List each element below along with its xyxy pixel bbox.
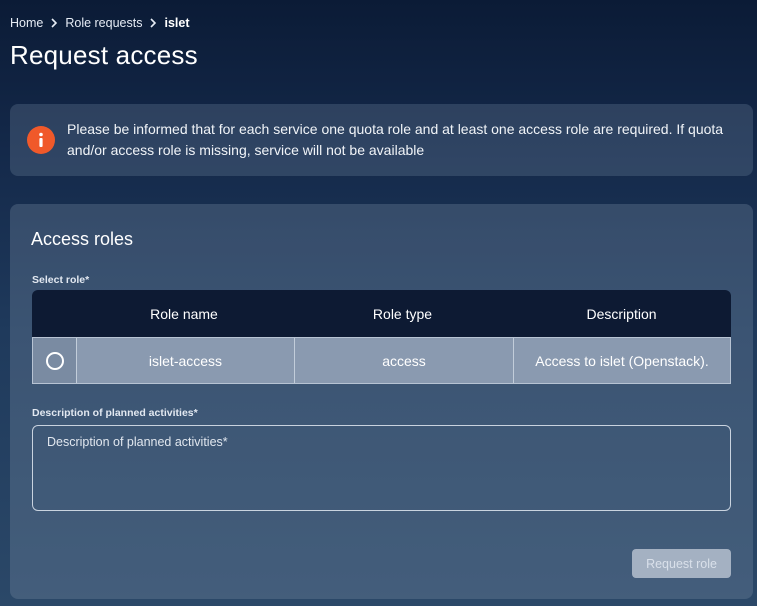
description-label: Description of planned activities* bbox=[32, 407, 198, 419]
column-header-description: Description bbox=[586, 305, 657, 322]
cell-role-type: access bbox=[294, 338, 513, 383]
table-header: Role name Role type Description bbox=[32, 290, 731, 337]
access-roles-title: Access roles bbox=[31, 229, 134, 249]
cell-role-name: islet-access bbox=[76, 338, 294, 383]
breadcrumb-current: islet bbox=[164, 16, 190, 30]
role-radio-button[interactable] bbox=[45, 351, 64, 370]
access-roles-card bbox=[10, 204, 753, 599]
breadcrumb-home[interactable]: Home bbox=[10, 16, 43, 30]
chevron-right-icon bbox=[145, 14, 161, 32]
info-icon bbox=[27, 126, 55, 154]
description-input[interactable] bbox=[32, 425, 731, 511]
breadcrumb: Home Role requests islet bbox=[10, 14, 189, 32]
page-title: Request access bbox=[10, 40, 198, 70]
cell-description: Access to islet (Openstack). bbox=[513, 338, 730, 383]
select-role-label: Select role* bbox=[32, 274, 90, 286]
table-row[interactable]: islet-access access Access to islet (Ope… bbox=[32, 337, 731, 384]
info-message: Please be informed that for each service… bbox=[67, 121, 724, 158]
request-role-button[interactable]: Request role bbox=[632, 549, 731, 578]
chevron-right-icon bbox=[46, 14, 62, 32]
breadcrumb-role-requests[interactable]: Role requests bbox=[65, 16, 142, 30]
roles-table: Role name Role type Description islet-ac… bbox=[32, 290, 731, 384]
row-select-cell[interactable] bbox=[33, 338, 76, 383]
column-header-role-name: Role name bbox=[150, 305, 218, 322]
column-header-role-type: Role type bbox=[372, 305, 433, 322]
